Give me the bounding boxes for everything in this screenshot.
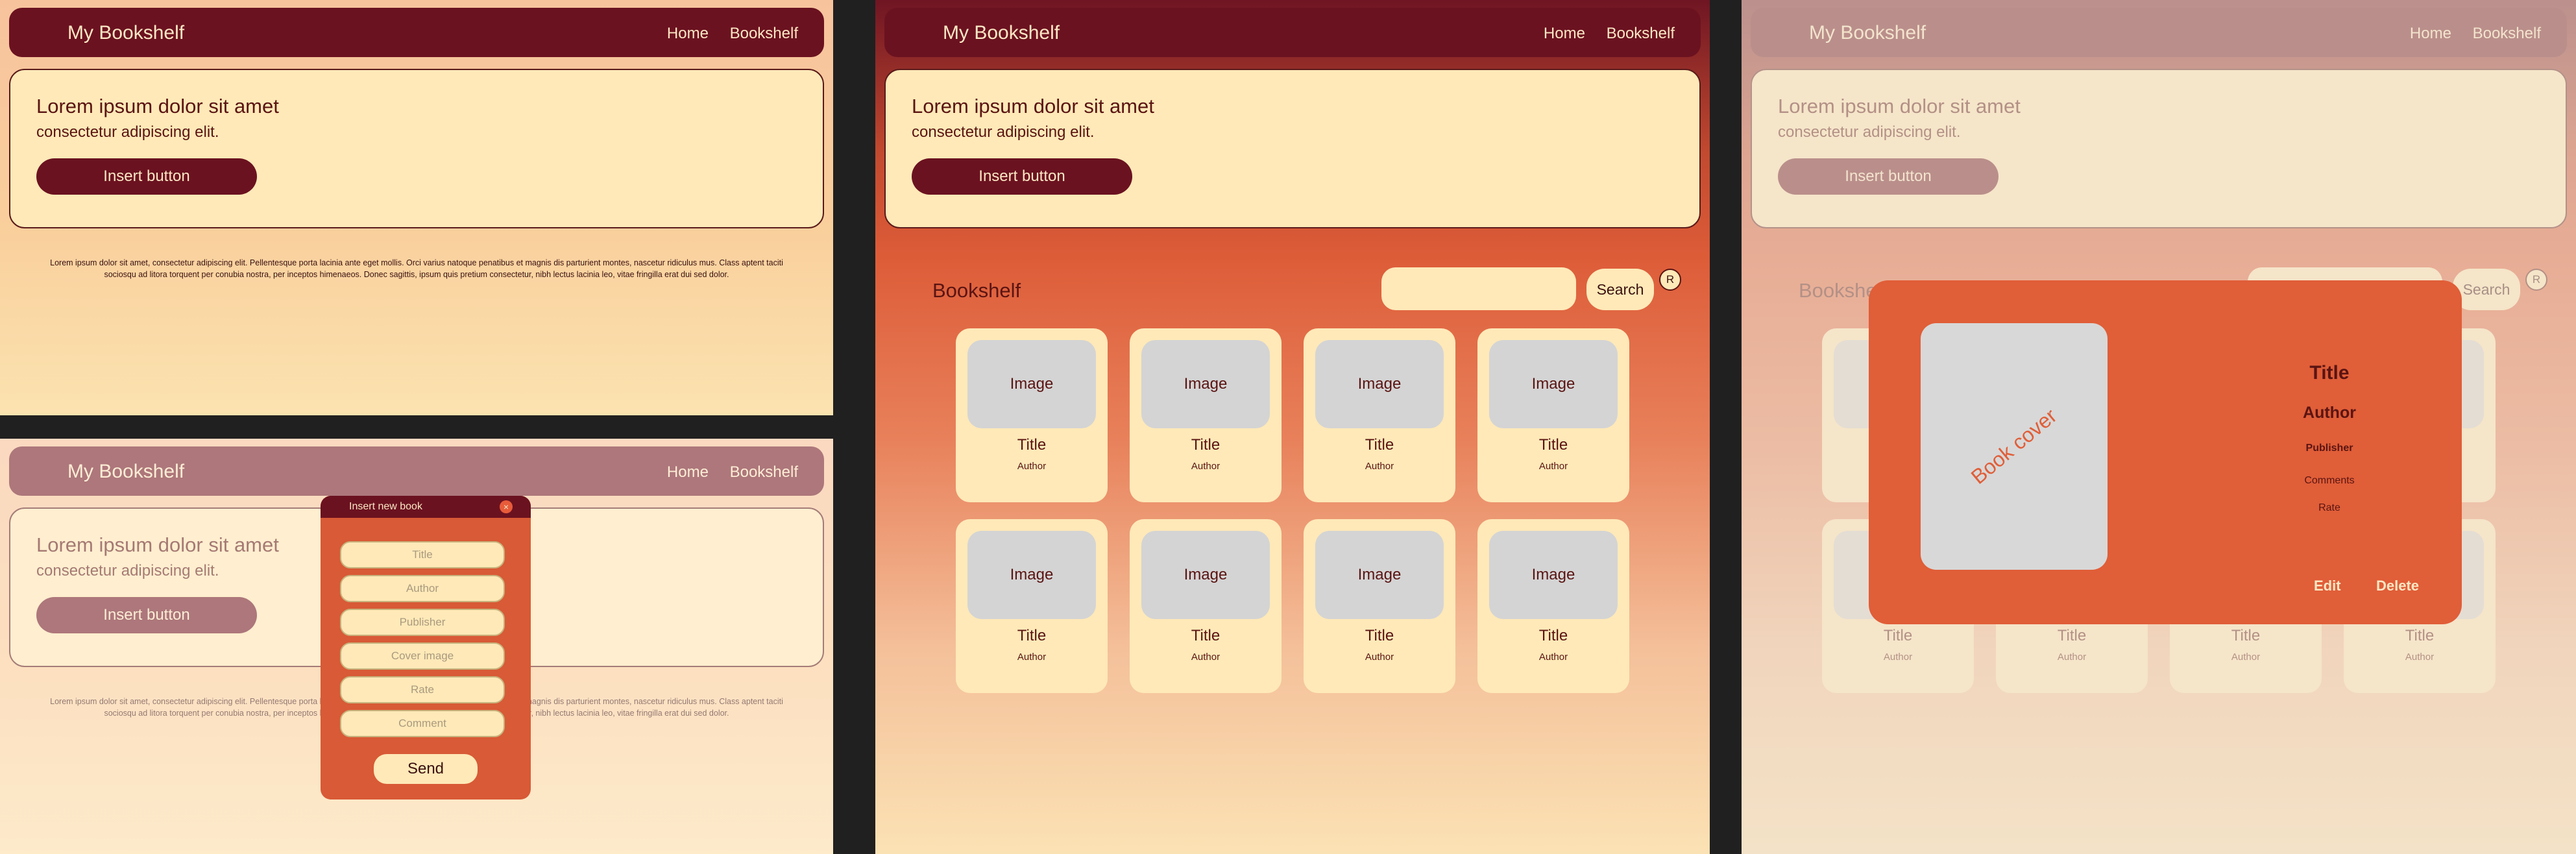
book-author: Author — [1365, 461, 1394, 472]
book-title: Title — [1538, 436, 1568, 454]
book-card[interactable]: Image Title Author — [956, 519, 1108, 693]
book-image: Image — [1141, 340, 1270, 428]
title-field[interactable] — [340, 541, 505, 568]
brand-logo[interactable]: My Bookshelf — [67, 22, 184, 44]
hero-card: Lorem ipsum dolor sit amet consectetur a… — [9, 69, 824, 228]
delete-button[interactable]: Delete — [2376, 578, 2419, 594]
nav-links: Home Bookshelf — [1527, 25, 1675, 43]
close-icon[interactable]: × — [500, 500, 513, 513]
insert-button[interactable]: Insert button — [36, 158, 257, 195]
book-image: Image — [1489, 531, 1618, 619]
comment-field[interactable] — [340, 710, 505, 737]
search-button[interactable]: Search — [1586, 269, 1654, 310]
send-button[interactable]: Send — [374, 754, 478, 784]
book-card[interactable]: Image Title Author — [1304, 328, 1455, 502]
nav-home-link[interactable]: Home — [667, 25, 709, 42]
book-author: Author — [1191, 461, 1221, 472]
search-input[interactable] — [1381, 267, 1576, 310]
publisher-field[interactable] — [340, 609, 505, 636]
book-cover-label: Book cover — [1966, 404, 2061, 489]
book-author: Author — [1017, 652, 1047, 663]
bookshelf-screen: My Bookshelf Home Bookshelf Lorem ipsum … — [875, 0, 1710, 854]
insert-book-modal: Insert new book × Send — [321, 496, 531, 799]
home-insert-modal-screen: My Bookshelf Home Bookshelf Lorem ipsum … — [0, 439, 833, 854]
book-author: Author — [1538, 652, 1568, 663]
book-card[interactable]: Image Title Author — [956, 328, 1108, 502]
book-author: Author — [1017, 461, 1047, 472]
book-image: Image — [1315, 531, 1444, 619]
navbar: My Bookshelf Home Bookshelf — [884, 8, 1701, 57]
book-title: Title — [1191, 627, 1221, 644]
cover-image-field[interactable] — [340, 642, 505, 670]
book-author: Author — [1191, 652, 1221, 663]
hero-title: Lorem ipsum dolor sit amet — [912, 95, 1154, 117]
navbar: My Bookshelf Home Bookshelf — [9, 8, 824, 57]
bookshelf-detail-modal-screen: My Bookshelf Home Bookshelf Lorem ipsum … — [1742, 0, 2576, 854]
book-title: Title — [1017, 436, 1047, 454]
detail-title: Title — [2309, 362, 2350, 384]
detail-publisher: Publisher — [2305, 443, 2353, 454]
reset-badge[interactable]: R — [1659, 269, 1681, 291]
modal-title: Insert new book — [349, 501, 422, 512]
nav-links: Home Bookshelf — [650, 25, 798, 43]
detail-comments: Comments — [2304, 475, 2355, 486]
book-image: Image — [1141, 531, 1270, 619]
book-card[interactable]: Image Title Author — [1130, 328, 1282, 502]
brand-logo[interactable]: My Bookshelf — [943, 22, 1060, 44]
nav-bookshelf-link[interactable]: Bookshelf — [730, 25, 798, 42]
home-screen: My Bookshelf Home Bookshelf Lorem ipsum … — [0, 0, 833, 415]
book-image: Image — [1315, 340, 1444, 428]
rate-field[interactable] — [340, 676, 505, 703]
book-cover-image: Book cover — [1921, 323, 2108, 570]
book-image: Image — [967, 340, 1096, 428]
detail-author: Author — [2303, 404, 2356, 422]
book-title: Title — [1191, 436, 1221, 454]
bookshelf-title: Bookshelf — [932, 279, 1021, 302]
footer-text: Lorem ipsum dolor sit amet, consectetur … — [50, 258, 783, 279]
edit-button[interactable]: Edit — [2314, 578, 2341, 594]
book-image: Image — [1489, 340, 1618, 428]
hero-subtitle: consectetur adipiscing elit. — [912, 123, 1095, 141]
hero-card: Lorem ipsum dolor sit amet consectetur a… — [884, 69, 1701, 228]
book-title: Title — [1365, 436, 1394, 454]
detail-rate: Rate — [2318, 502, 2340, 513]
book-author: Author — [1538, 461, 1568, 472]
book-card[interactable]: Image Title Author — [1477, 328, 1629, 502]
book-title: Title — [1365, 627, 1394, 644]
book-title: Title — [1538, 627, 1568, 644]
insert-button[interactable]: Insert button — [912, 158, 1132, 195]
author-field[interactable] — [340, 575, 505, 602]
hero-subtitle: consectetur adipiscing elit. — [36, 123, 219, 141]
hero-title: Lorem ipsum dolor sit amet — [36, 95, 279, 117]
nav-bookshelf-link[interactable]: Bookshelf — [1607, 25, 1675, 42]
book-card[interactable]: Image Title Author — [1130, 519, 1282, 693]
book-card[interactable]: Image Title Author — [1477, 519, 1629, 693]
book-detail-modal: Book cover Title Author Publisher Commen… — [1869, 280, 2462, 624]
book-author: Author — [1365, 652, 1394, 663]
book-card[interactable]: Image Title Author — [1304, 519, 1455, 693]
nav-home-link[interactable]: Home — [1544, 25, 1585, 42]
book-title: Title — [1017, 627, 1047, 644]
modal-header: Insert new book × — [321, 496, 531, 518]
book-image: Image — [967, 531, 1096, 619]
